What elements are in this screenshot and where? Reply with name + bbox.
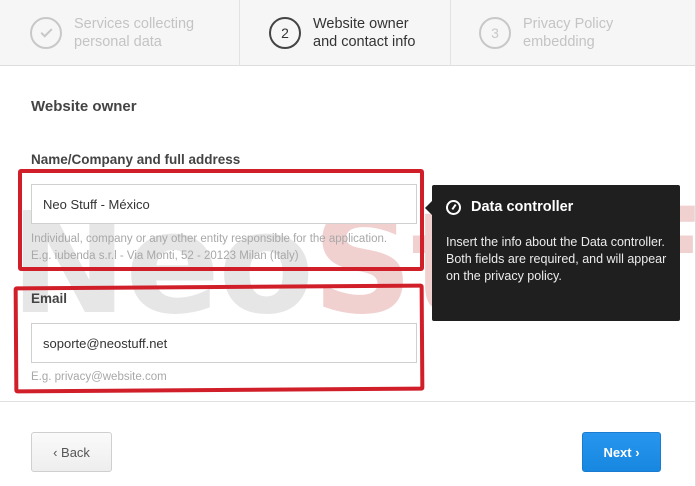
name-field-label: Name/Company and full address [31, 152, 241, 167]
step-privacy-policy-label: Privacy Policy embedding [523, 16, 614, 50]
footer-divider [0, 401, 696, 402]
highlight-box-email [13, 283, 425, 394]
step-website-owner[interactable]: 2 Website owner and contact info [269, 0, 415, 66]
section-title: Website owner [31, 98, 137, 115]
compass-icon [446, 200, 461, 215]
step-divider [450, 0, 451, 66]
step-services[interactable]: Services collecting personal data [30, 0, 194, 66]
next-button[interactable]: Next › [582, 432, 661, 472]
step-services-label: Services collecting personal data [74, 16, 195, 50]
highlight-box-name [18, 169, 424, 271]
step-number-icon: 2 [269, 17, 301, 49]
step-divider [239, 0, 240, 66]
tooltip-title: Data controller [471, 199, 574, 215]
step-privacy-policy[interactable]: 3 Privacy Policy embedding [479, 0, 613, 66]
step-website-owner-label: Website owner and contact info [313, 16, 416, 50]
steps-bar: Services collecting personal data 2 Webs… [0, 0, 696, 66]
data-controller-tooltip: Data controller Insert the info about th… [425, 185, 680, 321]
step-number-icon: 3 [479, 17, 511, 49]
back-button[interactable]: ‹ Back [31, 432, 112, 472]
tooltip-body: Insert the info about the Data controlle… [446, 235, 667, 283]
check-icon [30, 17, 62, 49]
